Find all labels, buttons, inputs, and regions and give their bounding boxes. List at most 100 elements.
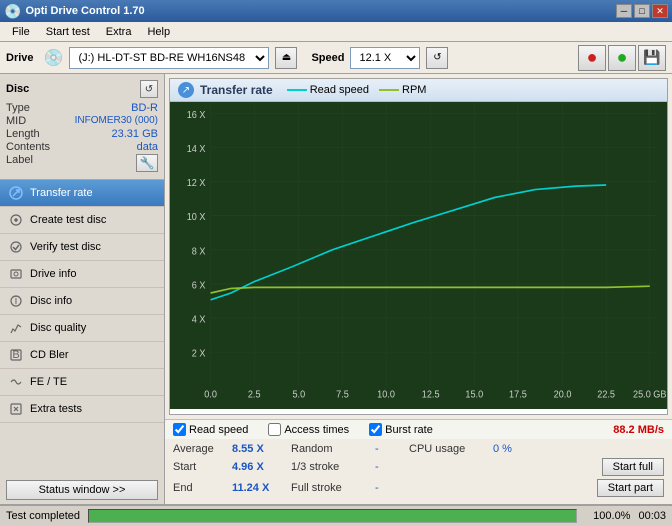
nav-cd-bler[interactable]: B CD Bler (0, 342, 164, 369)
svg-text:7.5: 7.5 (336, 389, 349, 401)
start-full-button[interactable]: Start full (602, 458, 664, 476)
one-third-stroke-value: - (375, 461, 405, 473)
nav-transfer-rate-label: Transfer rate (30, 187, 93, 199)
start-label: Start (173, 461, 228, 473)
disc-type-label: Type (6, 102, 30, 114)
disc-section-title: Disc (6, 83, 29, 95)
fe-te-icon (8, 374, 24, 390)
disc-green-button[interactable]: ● (608, 45, 636, 71)
drive-select[interactable]: (J:) HL-DT-ST BD-RE WH16NS48 1.D3 (69, 47, 269, 69)
nav-drive-info[interactable]: Drive info (0, 261, 164, 288)
nav-fe-te[interactable]: FE / TE (0, 369, 164, 396)
average-value: 8.55 X (232, 443, 287, 455)
chart-svg-container: 16 X 14 X 12 X 10 X 8 X 6 X 4 X 2 X 0.0 … (170, 102, 667, 409)
disc-type-row: Type BD-R (6, 102, 158, 114)
cpu-usage-value: 0 % (493, 443, 523, 455)
maximize-button[interactable]: □ (634, 4, 650, 18)
disc-contents-value: data (137, 141, 158, 153)
eject-button[interactable]: ⏏ (275, 47, 297, 69)
disc-length-label: Length (6, 128, 40, 140)
nav-verify-test-disc[interactable]: Verify test disc (0, 234, 164, 261)
random-label: Random (291, 443, 371, 455)
drive-info-icon (8, 266, 24, 282)
legend-read-speed-label: Read speed (310, 84, 369, 96)
read-speed-checkbox[interactable] (173, 423, 186, 436)
svg-text:12.5: 12.5 (422, 389, 440, 401)
disc-label-row: Label 🔧 (6, 154, 158, 172)
checkbox-access-times[interactable]: Access times (268, 423, 349, 436)
status-window-button[interactable]: Status window >> (6, 480, 158, 500)
progress-bar-container (88, 509, 577, 523)
disc-refresh-button[interactable]: ↺ (140, 80, 158, 98)
save-button[interactable]: 💾 (638, 45, 666, 71)
app-icon: 💿 (4, 3, 21, 20)
menu-file[interactable]: File (4, 24, 38, 40)
speed-refresh-button[interactable]: ↺ (426, 47, 448, 69)
disc-mid-value: INFOMER30 (000) (75, 115, 158, 127)
right-panel: ↗ Transfer rate Read speed RPM (165, 74, 672, 504)
disc-contents-label: Contents (6, 141, 50, 153)
nav-disc-info[interactable]: i Disc info (0, 288, 164, 315)
disc-label-button[interactable]: 🔧 (136, 154, 158, 172)
disc-info-panel: Disc ↺ Type BD-R MID INFOMER30 (000) Len… (0, 74, 164, 180)
disc-mid-label: MID (6, 115, 26, 127)
legend-rpm: RPM (379, 84, 426, 96)
chart-title: Transfer rate (200, 83, 273, 97)
svg-text:12 X: 12 X (187, 178, 206, 190)
close-button[interactable]: ✕ (652, 4, 668, 18)
speed-label: Speed (311, 52, 344, 64)
nav-create-test-disc[interactable]: Create test disc (0, 207, 164, 234)
nav-disc-info-label: Disc info (30, 295, 72, 307)
burst-rate-checkbox-label: Burst rate (385, 424, 433, 436)
start-value: 4.96 X (232, 461, 287, 473)
drive-icon: 💿 (44, 48, 64, 68)
one-third-stroke-label: 1/3 stroke (291, 461, 371, 473)
legend-rpm-color (379, 89, 399, 91)
speed-select[interactable]: 12.1 X (350, 47, 420, 69)
checkbox-read-speed[interactable]: Read speed (173, 423, 248, 436)
disc-red-button[interactable]: ● (578, 45, 606, 71)
read-speed-checkbox-label: Read speed (189, 424, 248, 436)
access-times-checkbox-label: Access times (284, 424, 349, 436)
nav-disc-quality[interactable]: Disc quality (0, 315, 164, 342)
full-stroke-label: Full stroke (291, 482, 371, 494)
sidebar: Disc ↺ Type BD-R MID INFOMER30 (000) Len… (0, 74, 165, 504)
time-display: 00:03 (638, 510, 666, 522)
main-content: Disc ↺ Type BD-R MID INFOMER30 (000) Len… (0, 74, 672, 504)
nav-create-test-disc-label: Create test disc (30, 214, 106, 226)
nav-drive-info-label: Drive info (30, 268, 76, 280)
checkbox-row: Read speed Access times Burst rate 88.2 … (165, 419, 672, 439)
checkbox-burst-rate[interactable]: Burst rate (369, 423, 433, 436)
stats-area: Average 8.55 X Random - CPU usage 0 % St… (165, 439, 672, 504)
random-value: - (375, 443, 405, 455)
disc-length-value: 23.31 GB (112, 128, 158, 140)
stats-row-average: Average 8.55 X Random - CPU usage 0 % (173, 443, 664, 455)
end-label: End (173, 482, 228, 494)
menu-help[interactable]: Help (139, 24, 178, 40)
svg-text:0.0: 0.0 (204, 389, 217, 401)
svg-text:5.0: 5.0 (292, 389, 305, 401)
menu-start-test[interactable]: Start test (38, 24, 98, 40)
status-bar: Test completed 100.0% 00:03 (0, 504, 672, 526)
nav-transfer-rate[interactable]: Transfer rate (0, 180, 164, 207)
nav-extra-tests[interactable]: Extra tests (0, 396, 164, 423)
svg-text:8 X: 8 X (192, 246, 206, 258)
title-bar: 💿 Opti Drive Control 1.70 ─ □ ✕ (0, 0, 672, 22)
menu-bar: File Start test Extra Help (0, 22, 672, 42)
svg-text:20.0: 20.0 (554, 389, 572, 401)
burst-rate-checkbox[interactable] (369, 423, 382, 436)
legend-read-speed: Read speed (287, 84, 369, 96)
menu-extra[interactable]: Extra (98, 24, 140, 40)
disc-mid-row: MID INFOMER30 (000) (6, 115, 158, 127)
legend-rpm-label: RPM (402, 84, 426, 96)
access-times-checkbox[interactable] (268, 423, 281, 436)
minimize-button[interactable]: ─ (616, 4, 632, 18)
title-bar-left: 💿 Opti Drive Control 1.70 (4, 3, 145, 20)
svg-text:10.0: 10.0 (377, 389, 395, 401)
disc-label-label: Label (6, 154, 33, 172)
action-buttons: ● ● 💾 (578, 45, 666, 71)
disc-info-header: Disc ↺ (6, 80, 158, 98)
app-title: Opti Drive Control 1.70 (25, 5, 144, 17)
nav-verify-test-disc-label: Verify test disc (30, 241, 101, 253)
start-part-button[interactable]: Start part (597, 479, 664, 497)
